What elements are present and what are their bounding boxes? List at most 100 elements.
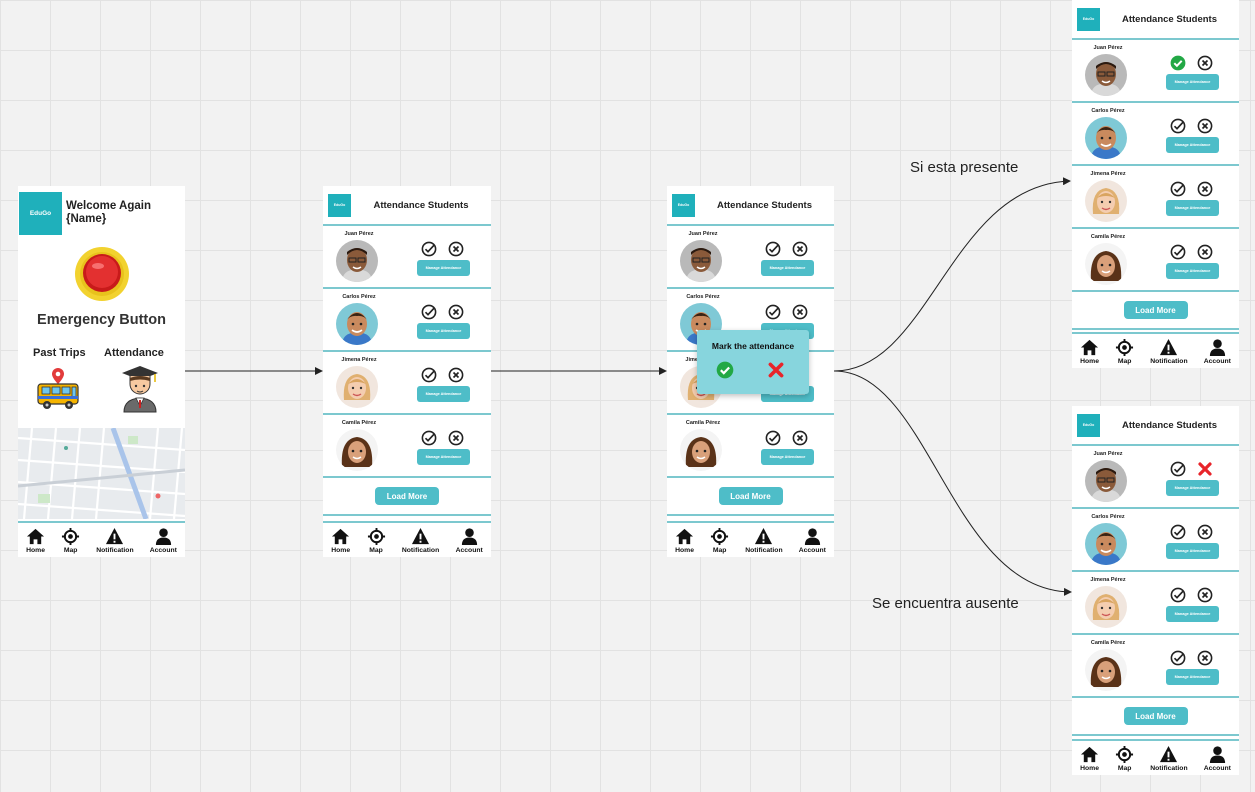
absent-x-icon[interactable] [448, 430, 464, 446]
load-more-button[interactable]: Load More [1123, 301, 1188, 319]
nav-notification[interactable]: Notification [1150, 745, 1188, 772]
nav-notification[interactable]: Notification [402, 527, 439, 554]
nav-map[interactable]: Map [367, 527, 386, 554]
nav-notification[interactable]: Notification [745, 527, 783, 554]
edge-label-present: Si esta presente [910, 159, 1019, 176]
present-check-icon[interactable] [421, 430, 437, 446]
home-icon [1080, 745, 1099, 764]
absent-x-icon[interactable] [448, 241, 464, 257]
absent-x-icon[interactable] [1197, 181, 1213, 197]
logo-text: EduGo [1082, 423, 1095, 427]
home-icon [331, 527, 350, 546]
nav-map[interactable]: Map [61, 527, 80, 554]
nav-account[interactable]: Account [799, 527, 826, 554]
home-icon [675, 527, 694, 546]
absent-x-icon[interactable] [1197, 244, 1213, 260]
nav-home[interactable]: Home [26, 527, 45, 554]
nav-notification[interactable]: Notification [96, 527, 134, 554]
nav-notification[interactable]: Notification [1150, 338, 1188, 365]
absent-x-icon[interactable] [1197, 118, 1213, 134]
nav-map[interactable]: Map [1115, 338, 1134, 365]
nav-account[interactable]: Account [150, 527, 177, 554]
nav-home-label: Home [26, 547, 45, 554]
present-check-icon[interactable] [1170, 461, 1186, 477]
present-check-icon[interactable] [765, 430, 781, 446]
nav-home[interactable]: Home [1080, 338, 1099, 365]
graduate-icon[interactable] [120, 364, 160, 414]
absent-x-icon[interactable] [792, 430, 808, 446]
manage-attendance-button[interactable]: Manage Attendance [1166, 137, 1219, 153]
absent-x-icon[interactable] [1197, 587, 1213, 603]
manage-attendance-button[interactable]: Manage Attendance [1166, 480, 1219, 496]
load-more-button[interactable]: Load More [1123, 707, 1188, 725]
edugo-logo: EduGo [19, 191, 62, 235]
nav-account[interactable]: Account [1204, 338, 1231, 365]
student-name: Juan Pérez [1093, 45, 1123, 51]
arrow-absent [833, 370, 1072, 596]
warning-icon [1159, 745, 1178, 764]
emergency-button[interactable] [74, 246, 130, 302]
nav-account-label: Account [149, 547, 177, 554]
welcome-text: Welcome Again {Name} [66, 200, 151, 225]
flow-arrows [185, 177, 1072, 596]
attendance-header: EduGo Attendance Students [323, 186, 491, 226]
absent-x-icon[interactable] [767, 361, 785, 379]
absent-x-icon[interactable] [448, 367, 464, 383]
present-check-icon[interactable] [765, 304, 781, 320]
manage-attendance-button[interactable]: Manage Attendance [1166, 606, 1219, 622]
attendance-title: Attendance Students [716, 199, 812, 211]
present-check-icon[interactable] [421, 367, 437, 383]
nav-notification-label: Notification [1150, 765, 1188, 772]
nav-account[interactable]: Account [456, 527, 483, 554]
manage-attendance-button[interactable]: Manage Attendance [761, 260, 814, 276]
nav-home[interactable]: Home [675, 527, 694, 554]
absent-x-icon[interactable] [792, 304, 808, 320]
present-check-icon[interactable] [421, 241, 437, 257]
load-more-button[interactable]: Load More [375, 487, 439, 505]
absent-x-icon[interactable] [1197, 461, 1213, 477]
map-preview[interactable] [18, 428, 185, 519]
crosshair-icon [710, 527, 729, 546]
student-row: Camila Pérez Manage Attendance [667, 415, 834, 478]
manage-attendance-button[interactable]: Manage Attendance [1166, 74, 1219, 90]
manage-attendance-button[interactable]: Manage Attendance [1166, 263, 1219, 279]
nav-map[interactable]: Map [710, 527, 729, 554]
absent-x-icon[interactable] [1197, 650, 1213, 666]
absent-x-icon[interactable] [1197, 524, 1213, 540]
nav-home[interactable]: Home [1080, 745, 1099, 772]
present-check-icon[interactable] [1170, 244, 1186, 260]
nav-map-label: Map [63, 547, 78, 554]
present-check-icon[interactable] [716, 361, 734, 379]
nav-home[interactable]: Home [331, 527, 350, 554]
manage-attendance-button[interactable]: Manage Attendance [417, 323, 470, 339]
present-check-icon[interactable] [765, 241, 781, 257]
manage-attendance-button[interactable]: Manage Attendance [1166, 669, 1219, 685]
bottom-nav: Home Map Notification Account [1072, 739, 1239, 775]
nav-map[interactable]: Map [1115, 745, 1134, 772]
welcome-name: {Name} [66, 213, 107, 225]
manage-attendance-button[interactable]: Manage Attendance [417, 386, 470, 402]
absent-x-icon[interactable] [1197, 55, 1213, 71]
attendance-title: Attendance Students [1121, 13, 1217, 25]
load-more-button[interactable]: Load More [718, 487, 783, 505]
present-check-icon[interactable] [1170, 524, 1186, 540]
manage-attendance-button[interactable]: Manage Attendance [417, 449, 470, 465]
manage-attendance-button[interactable]: Manage Attendance [761, 449, 814, 465]
present-check-icon[interactable] [1170, 587, 1186, 603]
student-avatar [680, 240, 722, 282]
present-check-icon[interactable] [1170, 181, 1186, 197]
attendance-label[interactable]: Attendance [104, 347, 164, 359]
manage-attendance-button[interactable]: Manage Attendance [1166, 200, 1219, 216]
nav-account[interactable]: Account [1204, 745, 1231, 772]
present-check-icon[interactable] [1170, 118, 1186, 134]
present-check-icon[interactable] [1170, 650, 1186, 666]
past-trips-label[interactable]: Past Trips [33, 347, 86, 359]
absent-x-icon[interactable] [448, 304, 464, 320]
absent-x-icon[interactable] [792, 241, 808, 257]
present-check-icon[interactable] [1170, 55, 1186, 71]
present-check-icon[interactable] [421, 304, 437, 320]
bus-icon[interactable] [35, 366, 81, 412]
student-name: Carlos Pérez [1091, 108, 1125, 114]
manage-attendance-button[interactable]: Manage Attendance [1166, 543, 1219, 559]
manage-attendance-button[interactable]: Manage Attendance [417, 260, 470, 276]
